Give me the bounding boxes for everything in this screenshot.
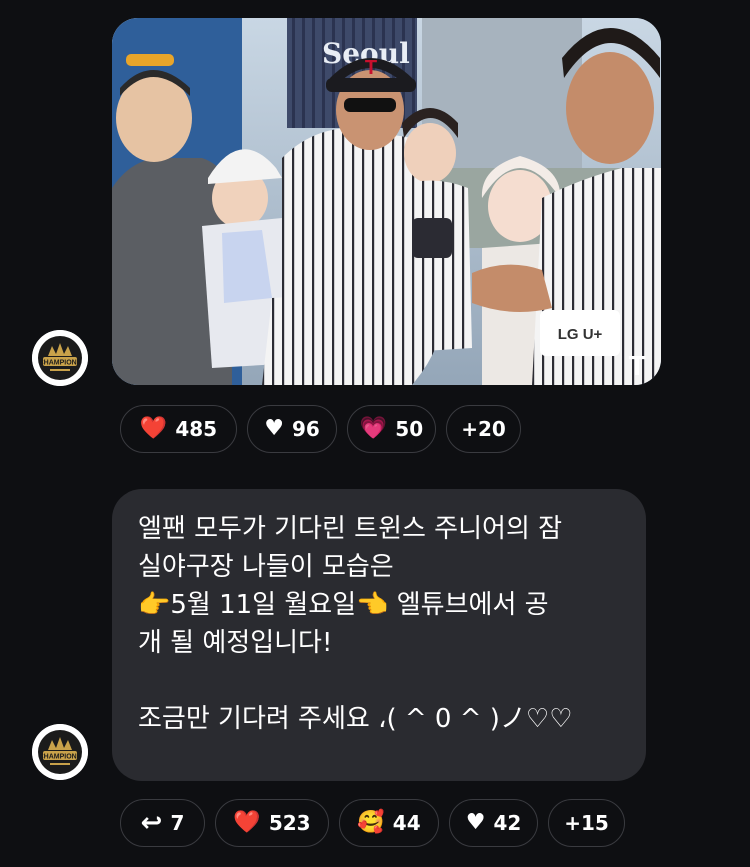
reaction-more-count: +15 [564,811,609,835]
reaction-white-heart[interactable]: ♥ 96 [247,405,337,453]
reaction-count: 50 [395,417,424,441]
watermark-mark: T [628,350,645,381]
message-line: 조금만 기다려 주세요 ،( ^ 0 ^ )ノ♡♡ [138,704,573,734]
smiling-face-with-hearts-icon: 🥰 [357,810,385,835]
message-bubble[interactable]: 엘팬 모두가 기다린 트윈스 주니어의 잠 실야구장 나들이 모습은 👉5월 1… [112,489,646,781]
reaction-more[interactable]: +15 [548,799,625,847]
message-line: 엘팬 모두가 기다린 트윈스 주니어의 잠 [138,514,563,544]
reaction-red-heart[interactable]: ❤️ 523 [215,799,329,847]
svg-text:T: T [365,57,377,79]
white-heart-icon: ♥ [465,810,486,835]
pink-heart-icon: 💗 [359,416,388,441]
red-heart-icon: ❤️ [233,810,261,835]
post-photo[interactable]: Seoul T LG U+ T [112,18,661,385]
champions-crown-logo-icon: CHAMPIONS [32,724,88,780]
reaction-bar: ❤️ 485 ♥ 96 💗 50 +20 [120,405,521,453]
avatar[interactable]: CHAMPIONS [32,724,88,780]
avatar[interactable]: CHAMPIONS [32,330,88,386]
baseball-team-photo-icon: Seoul T LG U+ T [112,18,661,385]
reaction-bar: ↩ 7 ❤️ 523 🥰 44 ♥ 42 +15 [120,799,625,847]
champions-crown-logo-icon: CHAMPIONS [32,330,88,386]
white-heart-icon: ♥ [264,416,284,441]
red-heart-icon: ❤️ [139,416,168,441]
reply-count: 7 [170,811,185,835]
avatar-text: CHAMPIONS [39,754,82,761]
reaction-red-heart[interactable]: ❤️ 485 [120,405,237,453]
reaction-count: 523 [268,811,311,835]
avatar-text: CHAMPIONS [39,360,82,367]
reaction-white-heart[interactable]: ♥ 42 [449,799,538,847]
reaction-count: 42 [493,811,522,835]
reaction-count: 96 [291,417,320,441]
reaction-more-count: +20 [461,417,506,441]
reaction-more[interactable]: +20 [446,405,521,453]
reply-button[interactable]: ↩ 7 [120,799,205,847]
reply-arrow-icon: ↩ [140,808,163,838]
reaction-count: 485 [175,417,218,441]
reaction-count: 44 [392,811,421,835]
message-line: 👉5월 11일 월요일👈 엘튜브에서 공 [138,590,549,620]
message-line: 개 될 예정입니다! [138,628,333,658]
sponsor-text: LG U+ [558,326,603,343]
reaction-smiling-face-with-hearts[interactable]: 🥰 44 [339,799,439,847]
message-line: 실야구장 나들이 모습은 [138,552,394,582]
reaction-pink-heart[interactable]: 💗 50 [347,405,436,453]
